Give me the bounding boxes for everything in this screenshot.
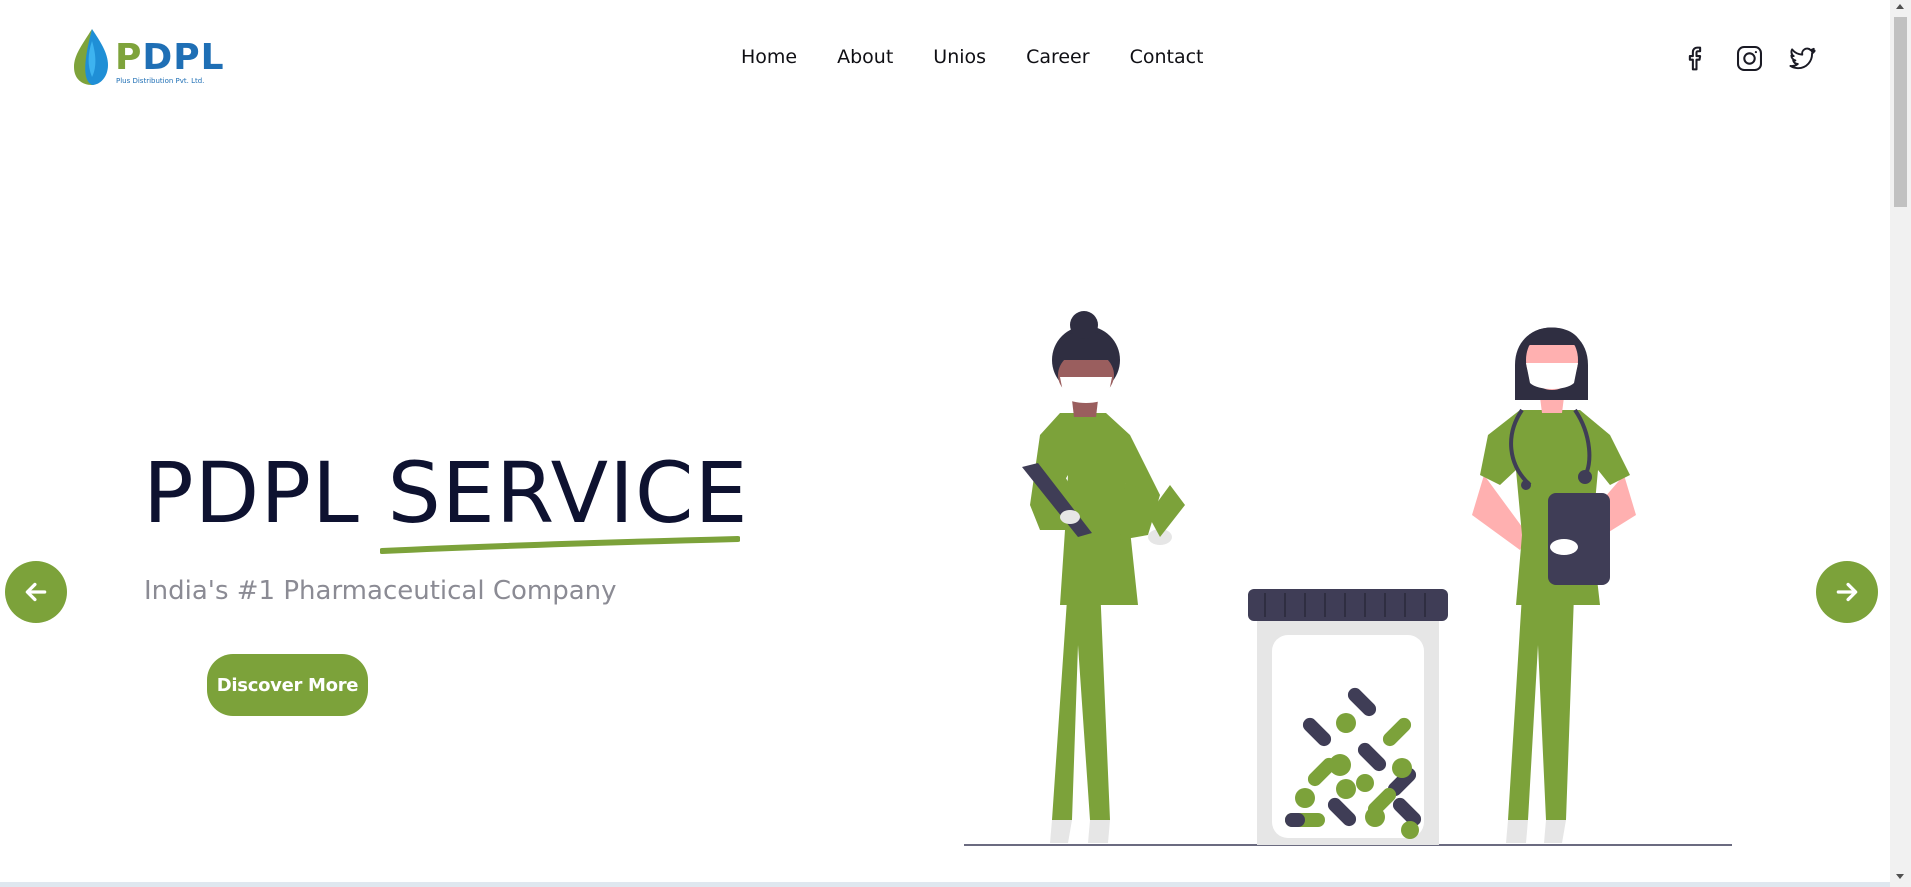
nav-home[interactable]: Home	[741, 46, 797, 68]
facebook-icon[interactable]	[1682, 44, 1711, 73]
arrow-right-icon	[1836, 582, 1858, 602]
doctor-left	[1022, 311, 1185, 843]
nav-career[interactable]: Career	[1026, 46, 1090, 68]
instagram-icon[interactable]	[1735, 44, 1764, 73]
main-nav: Home About Unios Career Contact	[741, 46, 1203, 68]
carousel-next-button[interactable]	[1816, 561, 1878, 623]
logo-wordmark: PDPL	[115, 37, 225, 78]
carousel-prev-button[interactable]	[5, 561, 67, 623]
doctors-illustration	[964, 311, 1732, 846]
logo-subtitle: Plus Distribution Pvt. Ltd.	[116, 77, 205, 85]
drop-logo-icon	[74, 29, 108, 85]
discover-more-button[interactable]: Discover More	[207, 654, 368, 716]
scroll-thumb[interactable]	[1894, 17, 1907, 207]
page: PDPL Plus Distribution Pvt. Ltd. Home Ab…	[0, 0, 1890, 887]
logo-letter-p: P	[115, 37, 143, 78]
arrow-left-icon	[25, 582, 47, 602]
doctor-right	[1472, 327, 1636, 843]
nav-about[interactable]: About	[837, 46, 893, 68]
twitter-icon[interactable]	[1788, 44, 1817, 73]
title-underline	[380, 536, 740, 554]
scroll-up-icon[interactable]	[1896, 4, 1904, 9]
pill-jar	[1248, 589, 1448, 845]
nav-unios[interactable]: Unios	[933, 46, 986, 68]
page-scrollbar[interactable]	[1890, 0, 1911, 887]
logo-letters-dpl: DPL	[142, 37, 225, 78]
social-links	[1682, 44, 1890, 73]
hero-subtitle: India's #1 Pharmaceutical Company	[144, 576, 617, 606]
bottom-edge	[0, 882, 1890, 887]
brand-logo[interactable]: PDPL Plus Distribution Pvt. Ltd.	[70, 27, 230, 89]
nav-contact[interactable]: Contact	[1130, 46, 1204, 68]
scroll-down-icon[interactable]	[1896, 874, 1904, 879]
